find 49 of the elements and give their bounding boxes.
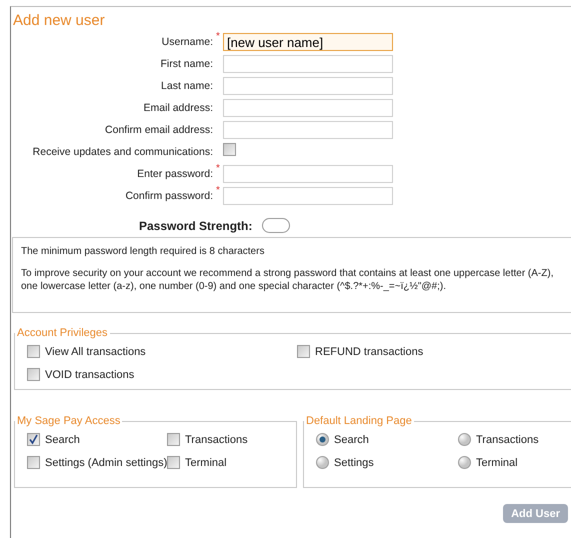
checked-checkbox[interactable] xyxy=(27,433,40,446)
selected-radio-button[interactable] xyxy=(316,433,329,446)
checkbox[interactable] xyxy=(297,345,310,358)
info-text: To improve security on your account we recommend a strong password that contains at least one uppercase letter (A-Z), one lowercase letter (a-z), one number (0-9) and one special character (^$.?*+:%-_=~ï¿½"@#;). xyxy=(21,267,554,293)
radio-button[interactable] xyxy=(458,456,471,469)
checkbox-label: VOID transactions xyxy=(45,368,134,380)
fieldset-legend: Account Privileges xyxy=(15,327,110,339)
fieldset-legend: Default Landing Page xyxy=(304,415,414,427)
required-mark: * xyxy=(215,187,221,195)
field-label: Confirm email address: xyxy=(104,124,213,136)
required-mark: * xyxy=(215,33,221,41)
info-text: The minimum password length required is 8 characters xyxy=(21,245,266,258)
password-strength-label: Password Strength: xyxy=(139,218,252,232)
checkbox[interactable] xyxy=(167,433,180,446)
radio-label: Search xyxy=(334,434,369,446)
radio-label: Settings xyxy=(334,456,374,468)
checkbox[interactable] xyxy=(27,368,40,381)
field-label: First name: xyxy=(159,58,213,70)
checkbox-label: Transactions xyxy=(185,434,248,446)
input-field[interactable]: [new user name] xyxy=(223,33,393,51)
input-field[interactable] xyxy=(223,55,393,73)
radio-button[interactable] xyxy=(316,456,329,469)
input-field[interactable] xyxy=(223,121,393,139)
field-label: Receive updates and communications: xyxy=(32,146,213,158)
field-label: Username: xyxy=(160,36,213,48)
checkbox[interactable] xyxy=(27,345,40,358)
checkbox-label: Terminal xyxy=(185,456,227,468)
checkbox[interactable] xyxy=(27,456,40,469)
checkbox-label: Search xyxy=(45,434,80,446)
input-field[interactable] xyxy=(223,77,393,95)
checkbox-label: View All transactions xyxy=(45,346,146,358)
fieldset-legend: My Sage Pay Access xyxy=(15,415,122,427)
checkbox-label: REFUND transactions xyxy=(315,346,424,358)
checkbox[interactable] xyxy=(223,143,236,156)
field-label: Last name: xyxy=(160,80,213,92)
radio-label: Transactions xyxy=(476,434,539,446)
input-field[interactable] xyxy=(223,187,393,205)
input-field[interactable] xyxy=(223,165,393,183)
strength-meter xyxy=(262,218,290,233)
required-mark: * xyxy=(215,165,221,173)
page-title: Add new user xyxy=(13,12,106,30)
radio-button[interactable] xyxy=(458,433,471,446)
radio-label: Terminal xyxy=(476,456,518,468)
checkbox-label: Settings (Admin settings) xyxy=(45,456,168,468)
field-label: Confirm password: xyxy=(124,190,213,202)
field-label: Email address: xyxy=(142,102,213,114)
field-label: Enter password: xyxy=(136,168,213,180)
checkbox[interactable] xyxy=(167,456,180,469)
input-field[interactable] xyxy=(223,99,393,117)
